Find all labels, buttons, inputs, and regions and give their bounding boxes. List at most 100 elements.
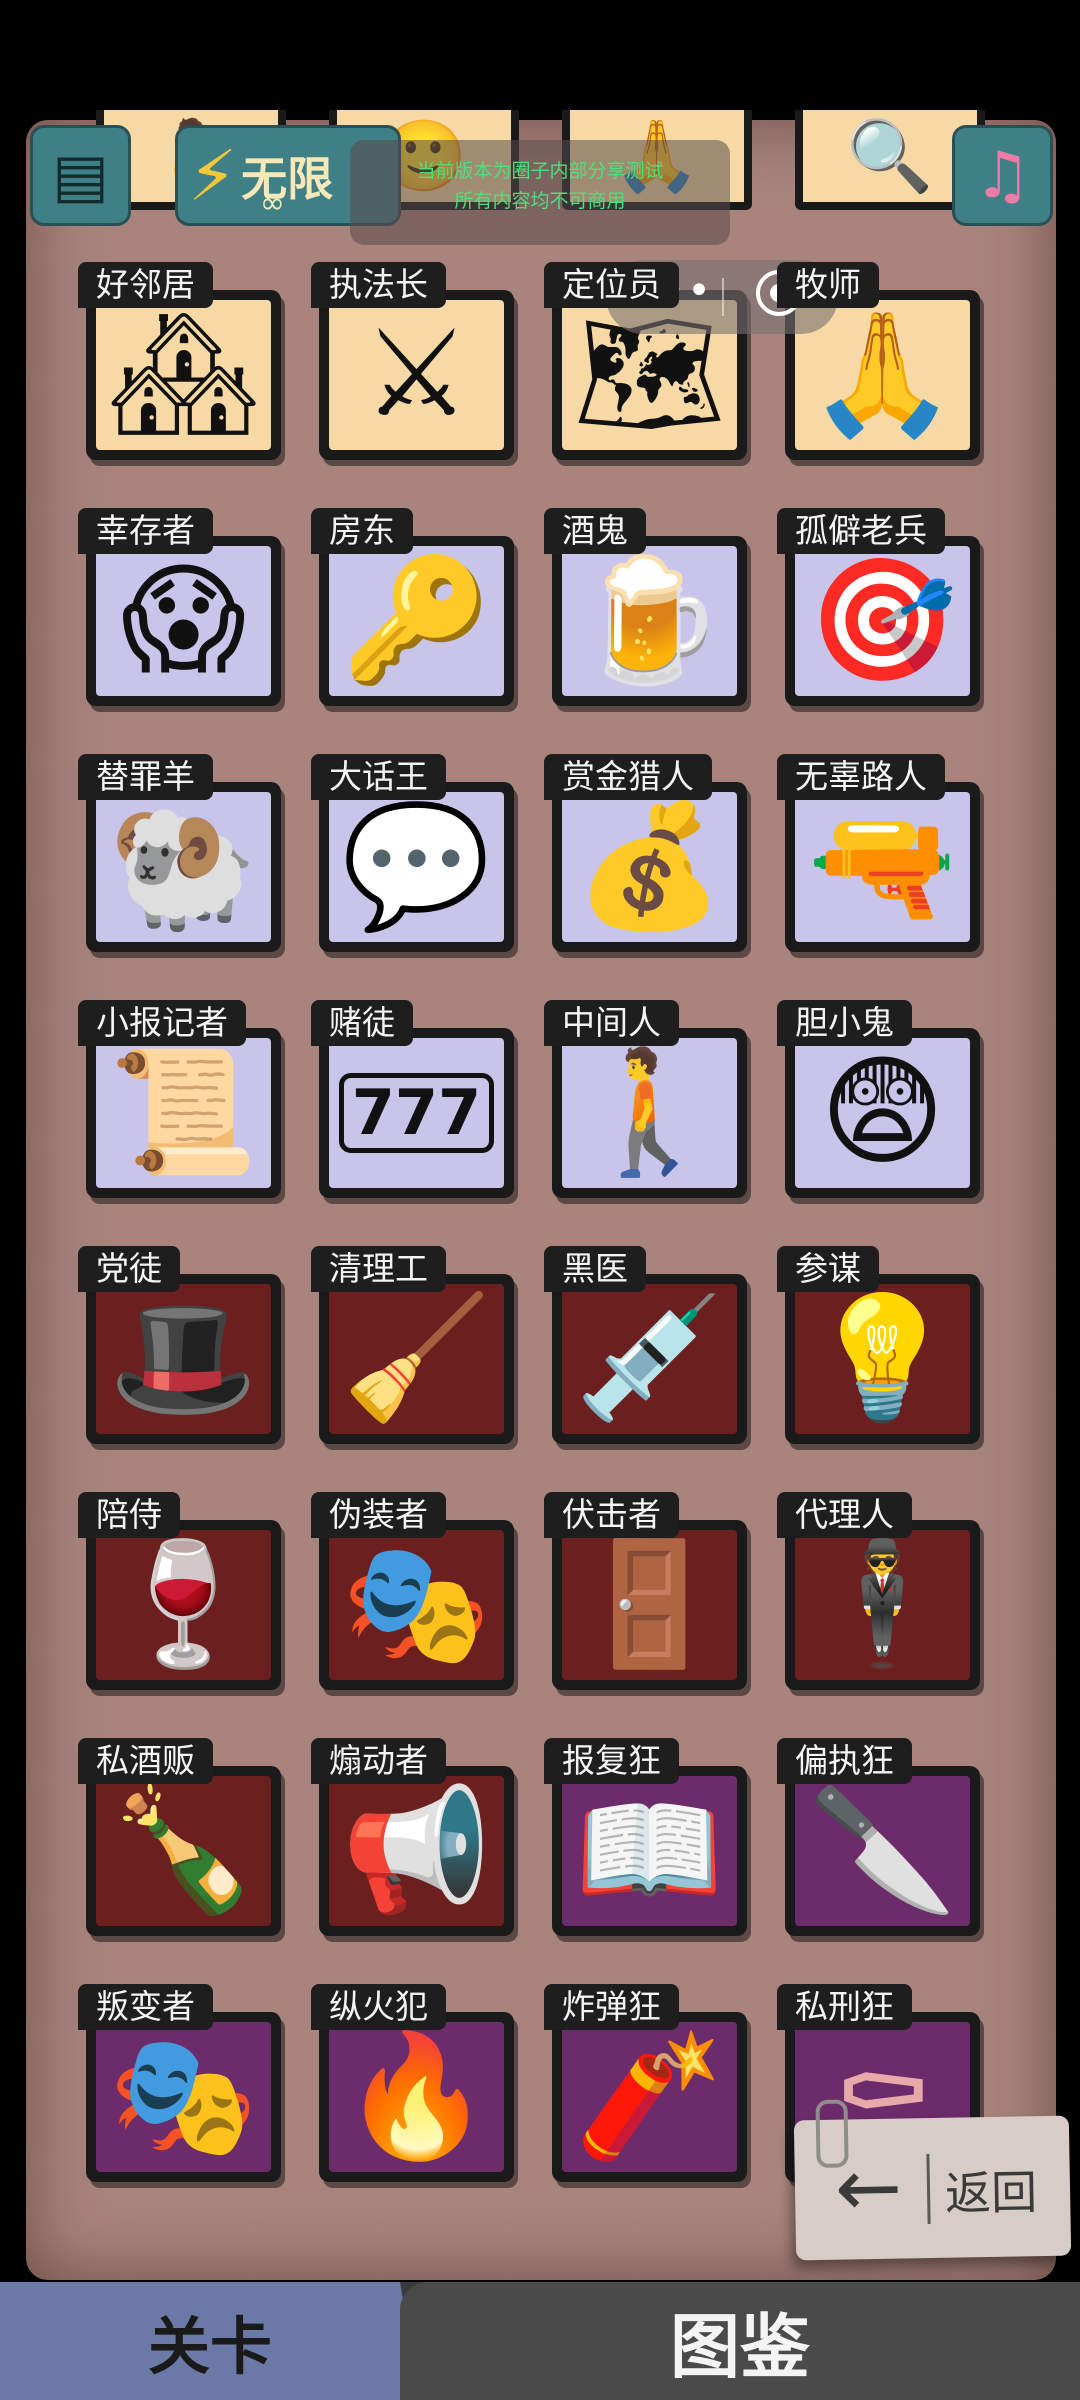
tab-gallery[interactable]: 图鉴 [400,2282,1080,2400]
role-card-illustration: 💬 [329,792,504,942]
role-card[interactable]: 😱 幸存者 [78,496,288,711]
role-card-label: 煽动者 [311,1738,446,1784]
documents-button[interactable]: ▤ [30,125,131,226]
role-card-frame: 🕴 [785,1520,980,1690]
role-card[interactable]: 💡 参谋 [777,1234,987,1449]
role-card-illustration: 🔑 [329,546,504,696]
role-card-label: 房东 [311,508,413,554]
role-illustration-icon: 🕴 [807,1535,958,1674]
role-card-label: 赌徒 [311,1000,413,1046]
role-illustration-icon: 🍷 [108,1535,259,1674]
role-card[interactable]: 😨 胆小鬼 [777,988,987,1203]
role-card[interactable]: 🍺 酒鬼 [544,496,754,711]
role-card[interactable]: ⚔ 执法长 [311,250,521,465]
role-card-frame: ⚔ [319,290,514,460]
role-illustration-icon: 🎯 [807,551,958,690]
role-card-illustration: 🐏 [96,792,271,942]
role-card-illustration: 🎭 [96,2022,271,2172]
role-illustration-icon: ⚔ [362,305,471,444]
back-button[interactable]: ← 返回 [793,2099,1072,2261]
role-card-frame: 🧹 [319,1274,514,1444]
infinity-symbol: ∞ [260,186,285,221]
role-illustration-icon: 📜 [108,1043,259,1182]
role-card[interactable]: 🐏 替罪羊 [78,742,288,957]
role-card-frame: 🍺 [552,536,747,706]
role-card[interactable]: 🔥 纵火犯 [311,1972,521,2187]
role-card[interactable]: 🙏 牧师 [777,250,987,465]
role-illustration-icon: 🏘 [107,305,260,444]
role-illustration-icon: 🔥 [341,2027,492,2166]
role-card[interactable]: 📜 小报记者 [78,988,288,1203]
role-illustration-icon: 💬 [341,797,492,936]
role-illustration-icon: 🎭 [341,1535,492,1674]
role-card[interactable]: 🚶 中间人 [544,988,754,1203]
role-illustration-icon: 🔫 [807,797,958,936]
role-card-label: 酒鬼 [544,508,646,554]
role-card-label: 大话王 [311,754,446,800]
tab-levels[interactable]: 关卡 [0,2282,420,2400]
role-card-illustration: 💰 [562,792,737,942]
role-card-label: 好邻居 [78,262,213,308]
role-card[interactable]: 🕴 代理人 [777,1480,987,1695]
role-card-frame: 💬 [319,782,514,952]
role-illustration-icon: 🚪 [574,1535,725,1674]
role-card-frame: 🍷 [86,1520,281,1690]
role-card[interactable]: 🚪 伏击者 [544,1480,754,1695]
role-card-label: 赏金猎人 [544,754,712,800]
role-card[interactable]: 🎭 伪装者 [311,1480,521,1695]
role-card-illustration: 🎩 [96,1284,271,1434]
role-card[interactable]: 💰 赏金猎人 [544,742,754,957]
role-card[interactable]: 📖 报复狂 [544,1726,754,1941]
role-illustration-icon: 🙏 [807,305,958,444]
role-card-frame: 😱 [86,536,281,706]
role-card[interactable]: 🔫 无辜路人 [777,742,987,957]
role-illustration-icon: 🐏 [108,797,259,936]
role-illustration-icon: 777 [338,1073,495,1153]
role-card[interactable]: 🏘 好邻居 [78,250,288,465]
role-card[interactable]: 🔪 偏执狂 [777,1726,987,1941]
notice-line-1: 当前版本为圈子内部分享测试 [416,160,664,182]
documents-icon: ▤ [52,140,109,211]
role-card-frame: 🎭 [319,1520,514,1690]
role-card-label: 牧师 [777,262,879,308]
role-card-frame: 💉 [552,1274,747,1444]
role-card-label: 炸弹狂 [544,1984,679,2030]
music-button[interactable]: ♫ [952,125,1053,226]
role-illustration-icon: 😨 [819,1043,946,1182]
role-card[interactable]: 🧨 炸弹狂 [544,1972,754,2187]
role-card[interactable]: 🎭 叛变者 [78,1972,288,2187]
role-card-illustration: 📜 [96,1038,271,1188]
role-illustration-icon: 🍺 [574,551,725,690]
role-illustration-icon: 💡 [807,1289,958,1428]
role-card[interactable]: 💉 黑医 [544,1234,754,1449]
role-card-illustration: 🎯 [795,546,970,696]
role-card-frame: 🔥 [319,2012,514,2182]
unlimited-label: 无限 [241,151,334,206]
role-card-frame: 📖 [552,1766,747,1936]
role-card[interactable]: 🔑 房东 [311,496,521,711]
role-card-frame: 🚪 [552,1520,747,1690]
role-card-illustration: ⚔ [329,300,504,450]
role-card-illustration: 🍾 [96,1776,271,1926]
role-card-frame: 🐏 [86,782,281,952]
role-card[interactable]: 🎯 孤僻老兵 [777,496,987,711]
role-card[interactable]: 💬 大话王 [311,742,521,957]
capsule-divider [722,278,724,316]
role-illustration-icon: 😱 [120,551,247,690]
role-card-frame: 🔫 [785,782,980,952]
back-button-label: 返回 [944,2165,1038,2221]
role-card[interactable]: 777 赌徒 [311,988,521,1203]
test-version-notice: 当前版本为圈子内部分享测试 所有内容均不可商用 [350,140,730,245]
role-card-illustration: 🏘 [96,300,271,450]
role-illustration-icon: 💰 [574,797,725,936]
role-card-label: 党徒 [78,1246,180,1292]
status-bar [0,0,1080,110]
role-illustration-icon: 🎭 [108,2027,259,2166]
role-card-label: 黑医 [544,1246,646,1292]
role-card-illustration: 🔪 [795,1776,970,1926]
role-card[interactable]: 🍾 私酒贩 [78,1726,288,1941]
role-card[interactable]: 🎩 党徒 [78,1234,288,1449]
role-card[interactable]: 🍷 陪侍 [78,1480,288,1695]
role-card[interactable]: 📢 煽动者 [311,1726,521,1941]
role-card[interactable]: 🧹 清理工 [311,1234,521,1449]
